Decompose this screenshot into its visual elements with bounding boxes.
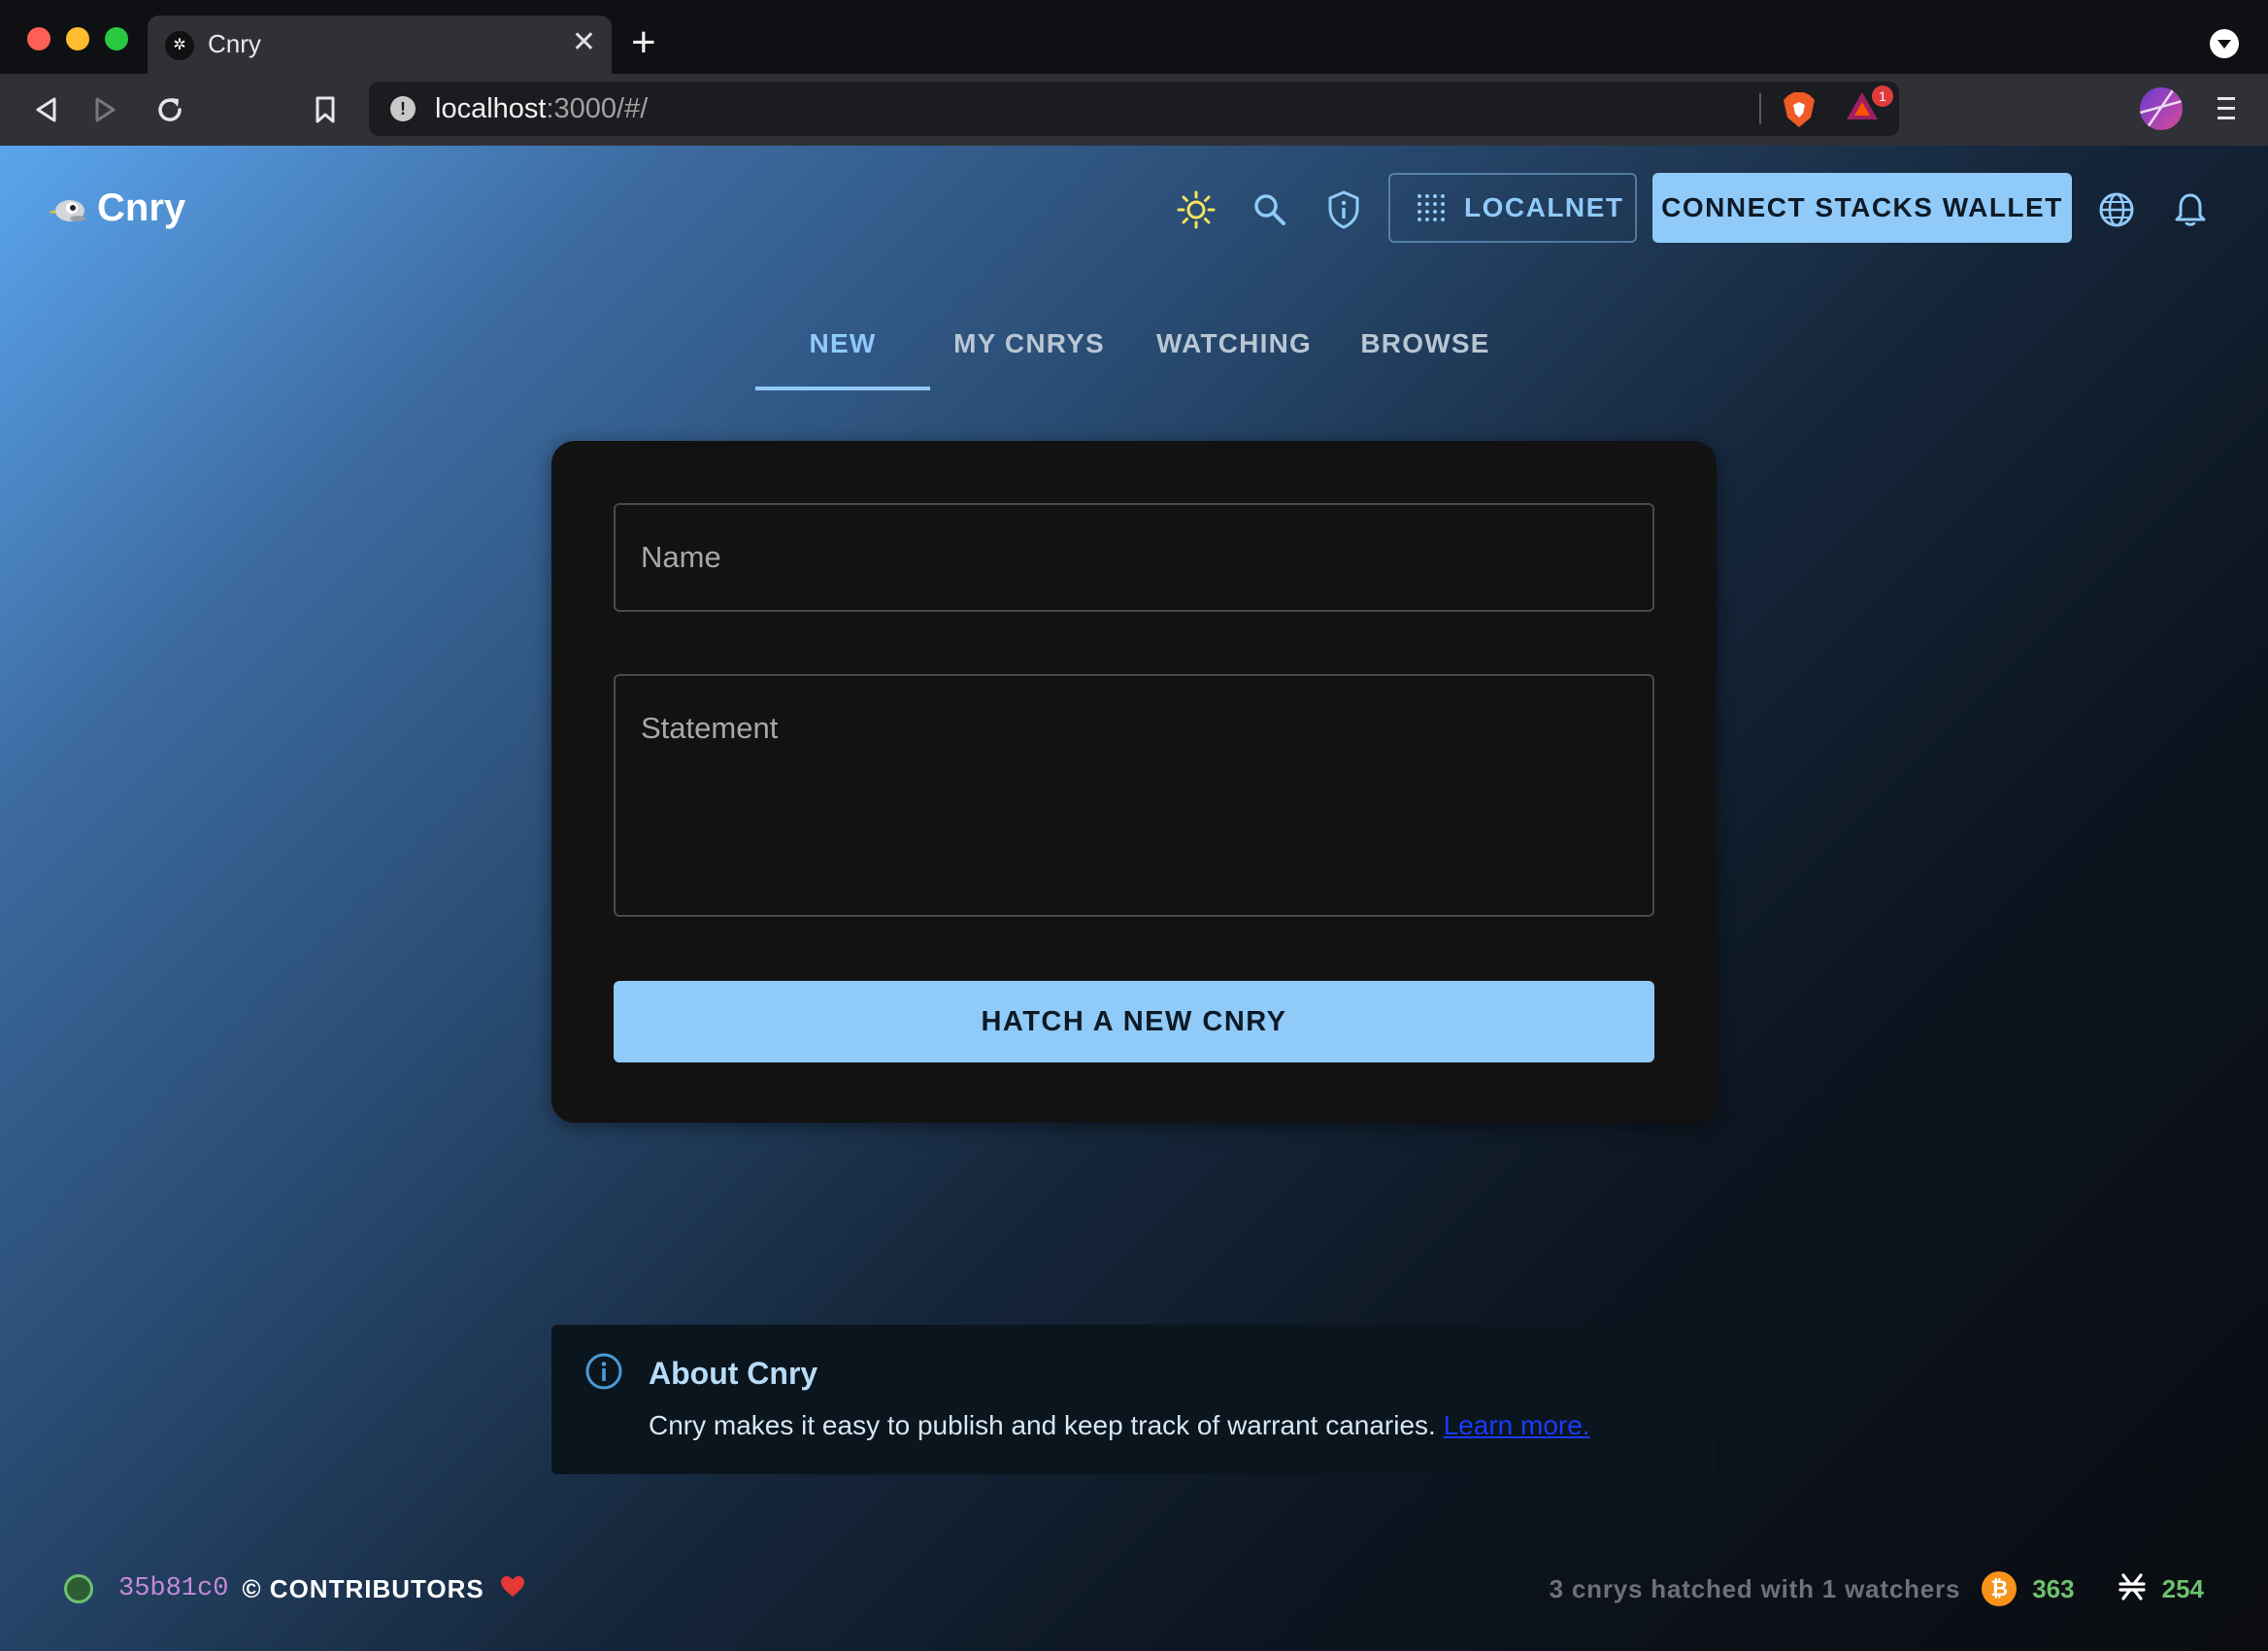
brand-name: Cnry (97, 186, 186, 229)
bell-icon[interactable] (2167, 186, 2214, 233)
contributors-link[interactable]: © CONTRIBUTORS (242, 1574, 484, 1604)
network-label: LOCALNET (1464, 192, 1624, 222)
tab-title: Cnry (208, 29, 261, 58)
hatch-stats: 3 cnrys hatched with 1 watchers (1549, 1573, 1961, 1603)
browser-toolbar: ! localhost:3000/#/ 1 (0, 74, 2268, 146)
search-icon[interactable] (1247, 186, 1293, 233)
about-alert: About Cnry Cnry makes it easy to publish… (551, 1325, 1717, 1474)
shield-icon[interactable] (1320, 186, 1367, 233)
app-viewport: Cnry LOCALNET CONNECT STACKS WALLET NEW … (0, 146, 2268, 1651)
window-minimize-button[interactable] (66, 27, 89, 51)
url-text[interactable]: localhost:3000/#/ (435, 93, 648, 125)
profile-avatar[interactable] (2140, 87, 2183, 130)
about-body: Cnry makes it easy to publish and keep t… (649, 1410, 1590, 1440)
heart-icon (500, 1575, 525, 1603)
learn-more-link[interactable]: Learn more. (1444, 1410, 1590, 1440)
new-cnry-card: HATCH A NEW CNRY (551, 441, 1717, 1123)
tab-new[interactable]: NEW (755, 313, 930, 390)
stacks-icon (2118, 1572, 2147, 1606)
info-icon (584, 1352, 623, 1396)
brave-shields-icon[interactable] (1783, 91, 1816, 133)
bitcoin-icon: ₿ (1982, 1571, 2018, 1606)
theme-sun-icon[interactable] (1173, 186, 1219, 233)
rewards-badge: 1 (1872, 85, 1893, 107)
name-input[interactable] (614, 503, 1654, 612)
about-title: About Cnry (649, 1356, 818, 1391)
tab-watching[interactable]: WATCHING (1146, 313, 1322, 390)
tab-favicon-icon: ✲ (165, 31, 194, 60)
url-divider (1759, 93, 1761, 124)
active-tab-indicator (755, 387, 930, 390)
tab-close-icon[interactable]: ✕ (572, 25, 596, 60)
status-dot-icon (64, 1574, 93, 1603)
footer-left: 35b81c0 © CONTRIBUTORS (64, 1569, 525, 1608)
reload-icon[interactable] (148, 87, 192, 132)
bookmark-icon[interactable] (303, 87, 348, 132)
new-tab-button[interactable]: + (631, 19, 656, 66)
browser-titlebar: ✲ Cnry ✕ + (0, 0, 2268, 74)
tab-my-cnrys[interactable]: MY CNRYS (944, 313, 1115, 390)
cnry-logo-icon (49, 199, 85, 221)
commit-hash[interactable]: 35b81c0 (118, 1574, 228, 1603)
statement-input[interactable] (614, 674, 1654, 917)
forward-icon[interactable] (83, 87, 128, 132)
network-dots-icon (1418, 194, 1445, 221)
back-icon[interactable] (23, 87, 68, 132)
browser-tab[interactable]: ✲ Cnry ✕ (148, 16, 612, 74)
globe-icon[interactable] (2093, 186, 2140, 233)
stacks-block-height[interactable]: 254 (2162, 1574, 2204, 1604)
network-button[interactable]: LOCALNET (1388, 173, 1637, 243)
site-info-icon[interactable]: ! (390, 96, 416, 121)
tab-list-menu-icon[interactable] (2210, 29, 2239, 58)
address-bar[interactable]: ! localhost:3000/#/ 1 (369, 82, 1899, 136)
footer-right: 3 cnrys hatched with 1 watchers ₿ 363 25… (1550, 1569, 2204, 1608)
bitcoin-block-height[interactable]: 363 (2032, 1574, 2074, 1604)
browser-menu-icon[interactable] (2212, 89, 2241, 128)
connect-wallet-button[interactable]: CONNECT STACKS WALLET (1652, 173, 2072, 243)
brand[interactable]: Cnry (49, 186, 185, 230)
window-close-button[interactable] (27, 27, 50, 51)
window-zoom-button[interactable] (105, 27, 128, 51)
hatch-button[interactable]: HATCH A NEW CNRY (614, 981, 1654, 1062)
tab-browse[interactable]: BROWSE (1353, 313, 1497, 390)
